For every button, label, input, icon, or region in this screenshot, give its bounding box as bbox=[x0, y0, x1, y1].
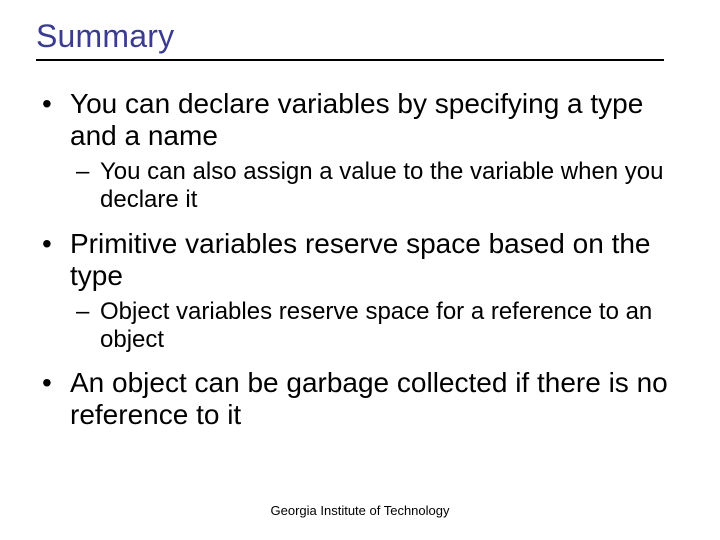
footer-text: Georgia Institute of Technology bbox=[0, 503, 720, 518]
slide-content: You can declare variables by specifying … bbox=[36, 88, 684, 440]
bullet-block: An object can be garbage collected if th… bbox=[36, 367, 684, 431]
bullet-level-1: You can declare variables by specifying … bbox=[36, 88, 684, 152]
bullet-block: Primitive variables reserve space based … bbox=[36, 228, 684, 354]
bullet-level-2: You can also assign a value to the varia… bbox=[36, 158, 684, 213]
slide: Summary You can declare variables by spe… bbox=[0, 0, 720, 540]
bullet-level-1: An object can be garbage collected if th… bbox=[36, 367, 684, 431]
bullet-level-1: Primitive variables reserve space based … bbox=[36, 228, 684, 292]
slide-title: Summary bbox=[36, 18, 664, 61]
bullet-block: You can declare variables by specifying … bbox=[36, 88, 684, 214]
bullet-level-2: Object variables reserve space for a ref… bbox=[36, 298, 684, 353]
